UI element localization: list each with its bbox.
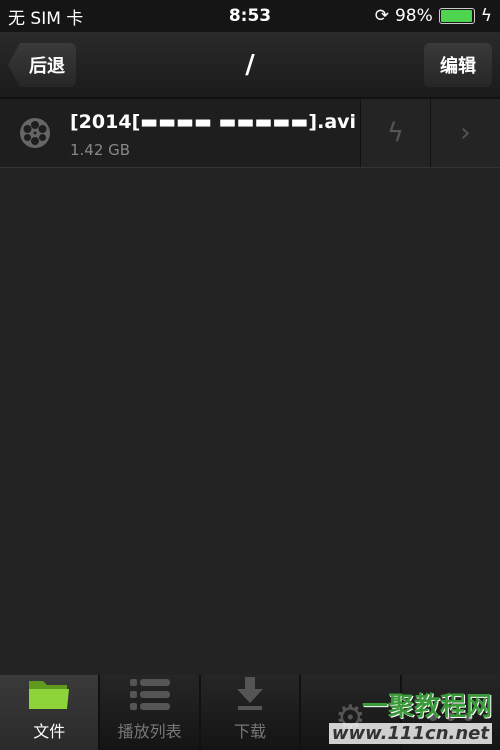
tab-download[interactable]: 下载 — [200, 675, 300, 750]
file-row[interactable]: [2014[▬▬▬▬ ▬▬▬▬▬].avi 1.42 GB ϟ › — [0, 98, 500, 168]
file-name: [2014[▬▬▬▬ ▬▬▬▬▬].avi — [70, 111, 357, 133]
clock: 8:53 — [228, 6, 272, 26]
battery-icon — [438, 8, 475, 24]
tab-label: 文件 — [33, 722, 66, 741]
status-bar: 无 SIM 卡 8:53 ⟳ 98% ϟ — [0, 0, 500, 32]
watermark: 一聚教程网 www.111cn.net — [328, 686, 492, 744]
quick-play-button[interactable]: ϟ — [360, 99, 430, 167]
edit-button[interactable]: 编辑 — [424, 43, 492, 87]
folder-icon — [27, 676, 71, 712]
watermark-url: www.111cn.net — [328, 723, 492, 744]
tab-label: 播放列表 — [117, 722, 182, 741]
navigation-bar: 后退 / 编辑 — [0, 32, 500, 98]
file-size: 1.42 GB — [70, 141, 131, 159]
details-button[interactable]: › — [430, 99, 500, 167]
chevron-right-icon: › — [460, 118, 471, 148]
list-icon — [129, 676, 170, 712]
tab-files[interactable]: 文件 — [0, 675, 99, 750]
watermark-text: 一聚教程网 — [361, 692, 492, 722]
download-icon — [236, 676, 264, 712]
page-title: / — [245, 49, 255, 80]
tab-playlist[interactable]: 播放列表 — [100, 675, 199, 750]
back-button[interactable]: 后退 — [8, 43, 76, 87]
lightning-icon: ϟ — [386, 118, 405, 148]
film-reel-icon — [0, 99, 70, 167]
tab-label: 下载 — [234, 722, 267, 741]
